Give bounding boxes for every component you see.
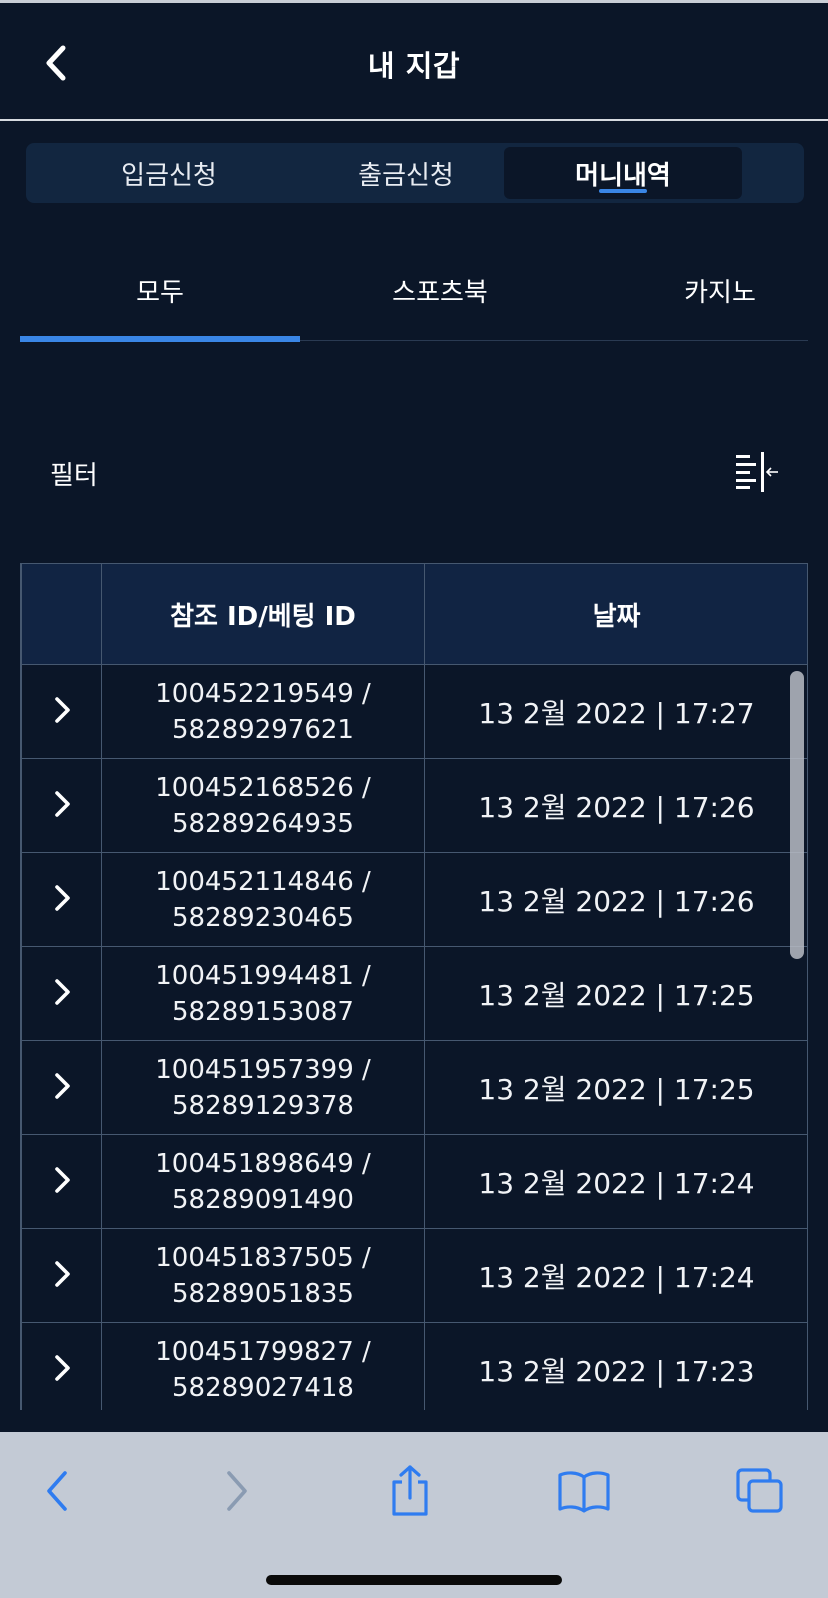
wallet-segment-control: 입금신청 출금신청 머니내역 xyxy=(26,143,804,203)
row-expand-button[interactable] xyxy=(21,1322,102,1410)
tab-sportsbook[interactable]: 스포츠북 xyxy=(300,240,580,340)
bet-id: 58289091490 xyxy=(172,1184,354,1215)
browser-bookmarks-button[interactable] xyxy=(554,1462,614,1520)
tab-active-indicator xyxy=(20,336,300,342)
browser-forward-button[interactable] xyxy=(206,1462,266,1520)
header-ref-id: 참조 ID/베팅 ID xyxy=(101,563,425,665)
share-icon xyxy=(392,1465,428,1516)
bookmarks-icon xyxy=(558,1471,610,1513)
segment-active-indicator xyxy=(599,189,647,193)
segment-withdraw[interactable]: 출금신청 xyxy=(287,147,525,199)
table-row[interactable]: 100451898649 / 58289091490 13 2월 2022 | 17… xyxy=(21,1134,807,1229)
row-ref-cell: 100452114846 / 58289230465 xyxy=(101,852,425,947)
reference-id: 100451957399 / xyxy=(155,1054,371,1085)
chevron-right-icon xyxy=(54,1260,70,1287)
segment-money-history[interactable]: 머니내역 xyxy=(504,147,742,199)
table-header-row: 참조 ID/베팅 ID 날짜 xyxy=(21,563,807,665)
row-date: 13 2월 2022 | 17:25 xyxy=(424,946,807,1041)
bet-id: 58289051835 xyxy=(172,1278,354,1309)
browser-tabs-button[interactable] xyxy=(730,1462,790,1520)
filter-label: 필터 xyxy=(50,461,98,491)
row-ref-cell: 100451994481 / 58289153087 xyxy=(101,946,425,1041)
reference-id: 100451994481 / xyxy=(155,960,371,991)
back-icon xyxy=(47,1471,67,1511)
tab-all[interactable]: 모두 xyxy=(20,240,300,340)
reference-id: 100451799827 / xyxy=(155,1336,371,1367)
page-title: 내 지갑 xyxy=(367,49,461,83)
row-date: 13 2월 2022 | 17:25 xyxy=(424,1040,807,1135)
category-tabs: 모두 스포츠북 카지노 xyxy=(20,240,808,342)
reference-id: 100451898649 / xyxy=(155,1148,371,1179)
chevron-right-icon xyxy=(54,1072,70,1099)
bet-id: 58289230465 xyxy=(172,902,354,933)
row-date: 13 2월 2022 | 17:27 xyxy=(424,664,807,759)
row-date: 13 2월 2022 | 17:26 xyxy=(424,852,807,947)
table-row[interactable]: 100451837505 / 58289051835 13 2월 2022 | 17… xyxy=(21,1228,807,1323)
chevron-right-icon xyxy=(54,1166,70,1193)
chevron-right-icon xyxy=(54,978,70,1005)
app-header: 내 지갑 xyxy=(0,3,828,121)
row-date: 13 2월 2022 | 17:26 xyxy=(424,758,807,853)
row-expand-button[interactable] xyxy=(21,1228,102,1323)
tab-casino[interactable]: 카지노 xyxy=(580,240,828,340)
browser-share-button[interactable] xyxy=(380,1462,440,1520)
reference-id: 100452114846 / xyxy=(155,866,371,897)
segment-withdraw-label: 출금신청 xyxy=(358,160,454,191)
table-row[interactable]: 100452168526 / 58289264935 13 2월 2022 | 17… xyxy=(21,758,807,853)
money-history-table: 참조 ID/베팅 ID 날짜 100452219549 / 58289297621… xyxy=(21,563,807,1410)
tab-all-label: 모두 xyxy=(136,277,184,308)
filter-button[interactable] xyxy=(734,452,780,492)
reference-id: 100452168526 / xyxy=(155,772,371,803)
bet-id: 58289264935 xyxy=(172,808,354,839)
browser-toolbar xyxy=(0,1432,828,1598)
segment-deposit[interactable]: 입금신청 xyxy=(50,147,288,199)
home-indicator xyxy=(266,1575,562,1585)
tab-sportsbook-label: 스포츠북 xyxy=(392,277,488,308)
header-date: 날짜 xyxy=(424,563,807,665)
row-date: 13 2월 2022 | 17:24 xyxy=(424,1134,807,1229)
row-ref-cell: 100452219549 / 58289297621 xyxy=(101,664,425,759)
row-ref-cell: 100451837505 / 58289051835 xyxy=(101,1228,425,1323)
row-date: 13 2월 2022 | 17:24 xyxy=(424,1228,807,1323)
row-expand-button[interactable] xyxy=(21,758,102,853)
filter-panel-icon xyxy=(736,452,778,492)
table-scrollbar[interactable] xyxy=(790,671,804,959)
chevron-right-icon xyxy=(54,696,70,723)
bet-id: 58289129378 xyxy=(172,1090,354,1121)
bet-id: 58289027418 xyxy=(172,1372,354,1403)
table-row[interactable]: 100451957399 / 58289129378 13 2월 2022 | 17… xyxy=(21,1040,807,1135)
table-row[interactable]: 100451994481 / 58289153087 13 2월 2022 | 17… xyxy=(21,946,807,1041)
row-date: 13 2월 2022 | 17:23 xyxy=(424,1322,807,1410)
table-row[interactable]: 100452114846 / 58289230465 13 2월 2022 | 17… xyxy=(21,852,807,947)
row-expand-button[interactable] xyxy=(21,852,102,947)
row-ref-cell: 100451957399 / 58289129378 xyxy=(101,1040,425,1135)
chevron-right-icon xyxy=(54,1354,70,1381)
row-ref-cell: 100452168526 / 58289264935 xyxy=(101,758,425,853)
row-expand-button[interactable] xyxy=(21,946,102,1041)
table-row[interactable]: 100452219549 / 58289297621 13 2월 2022 | 17… xyxy=(21,664,807,759)
tab-casino-label: 카지노 xyxy=(684,277,756,308)
tabs-icon xyxy=(736,1468,783,1513)
reference-id: 100451837505 / xyxy=(155,1242,371,1273)
browser-back-button[interactable] xyxy=(28,1462,88,1520)
row-expand-button[interactable] xyxy=(21,664,102,759)
table-row[interactable]: 100451799827 / 58289027418 13 2월 2022 | 17… xyxy=(21,1322,807,1410)
bet-id: 58289153087 xyxy=(172,996,354,1027)
row-expand-button[interactable] xyxy=(21,1134,102,1229)
reference-id: 100452219549 / xyxy=(155,678,371,709)
money-history-table-wrapper: 참조 ID/베팅 ID 날짜 100452219549 / 58289297621… xyxy=(20,563,808,1410)
chevron-right-icon xyxy=(54,790,70,817)
header-expand xyxy=(21,563,102,665)
segment-deposit-label: 입금신청 xyxy=(121,160,217,191)
forward-icon xyxy=(227,1471,247,1511)
row-ref-cell: 100451898649 / 58289091490 xyxy=(101,1134,425,1229)
row-ref-cell: 100451799827 / 58289027418 xyxy=(101,1322,425,1410)
bet-id: 58289297621 xyxy=(172,714,354,745)
chevron-right-icon xyxy=(54,884,70,911)
row-expand-button[interactable] xyxy=(21,1040,102,1135)
segment-money-history-label: 머니내역 xyxy=(575,160,671,191)
